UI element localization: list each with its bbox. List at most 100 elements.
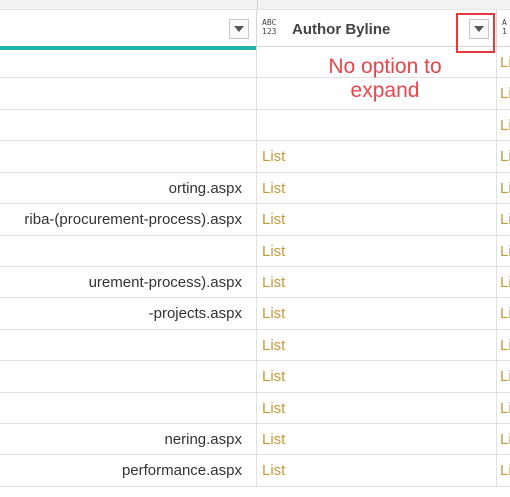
column-divider [496,10,497,46]
column-divider [256,141,257,172]
table-row: List Li [0,329,510,362]
cell-next-column[interactable]: Li [500,455,510,486]
column-divider [496,172,497,204]
annotation-text: No option to expand [300,55,470,103]
cell-next-column[interactable]: Li [500,204,510,235]
cell-url[interactable]: nering.aspx [0,424,256,454]
cell-author-byline-list[interactable]: List [262,204,285,235]
column-divider [496,109,497,141]
table-row: performance.aspx List Li [0,455,510,487]
cell-text: orting.aspx [168,179,242,197]
data-grid: LiLiLiListLiorting.aspxListLiriba-(procu… [0,47,510,487]
cell-url[interactable] [0,236,256,266]
cell-url[interactable]: orting.aspx [0,173,256,203]
column-divider [256,78,257,109]
cell-next-column[interactable]: Li [500,110,510,141]
table-row: nering.aspx List Li [0,424,510,456]
cell-url[interactable] [0,330,256,360]
cell-next-column[interactable]: Li [500,236,510,267]
column-divider [496,392,497,424]
highlight-box-annotation [456,13,495,53]
chevron-down-icon [234,26,244,32]
cell-author-byline-list[interactable]: List [262,393,285,424]
column-header-row: ABC 123 Author Byline A 1 [0,10,510,47]
cell-url[interactable]: riba-(procurement-process).aspx [0,204,256,234]
cell-text: urement-process).aspx [88,273,242,291]
type-icon-number: 1 [502,27,507,36]
column-divider [256,298,257,329]
type-icon-number: 123 [262,27,277,36]
column-divider [256,392,257,424]
annotation-line: expand [350,79,420,102]
column-divider [496,361,497,392]
column-divider [256,329,257,361]
cell-text: riba-(procurement-process).aspx [24,211,242,229]
column-divider [496,141,497,172]
cell-next-column[interactable]: Li [500,298,510,329]
cell-next-column[interactable]: Li [500,78,510,109]
any-type-icon: ABC 123 [262,19,276,37]
cell-next-column[interactable]: Li [500,330,510,361]
column-divider [496,47,497,78]
column-header-author-byline[interactable]: Author Byline [292,21,390,38]
cell-url[interactable]: performance.aspx [0,455,256,485]
column-divider [256,109,257,141]
cell-url[interactable] [0,393,256,423]
cell-author-byline-list[interactable]: List [262,361,285,392]
table-row: Li [0,109,510,142]
column-divider [256,361,257,392]
column-divider [496,235,497,266]
cell-author-byline-list[interactable]: List [262,330,285,361]
cell-author-byline-list[interactable]: List [262,298,285,329]
column-divider [496,266,497,298]
cell-url[interactable] [0,110,256,140]
cell-next-column[interactable]: Li [500,173,510,204]
cell-next-column[interactable]: Li [500,393,510,424]
column-divider [256,266,257,298]
cell-text: -projects.aspx [148,305,242,323]
cell-author-byline-list[interactable]: List [262,424,285,455]
column-divider [256,10,257,46]
cell-next-column[interactable]: Li [500,267,510,298]
cell-url[interactable] [0,47,256,77]
column-divider [256,204,257,235]
annotation-line: No option to [328,55,442,78]
cell-author-byline-list[interactable]: List [262,267,285,298]
column-divider [496,204,497,235]
cell-url[interactable] [0,78,256,108]
table-row: List Li [0,141,510,173]
column-divider [496,298,497,329]
column-divider [496,424,497,455]
cell-next-column[interactable]: Li [500,47,510,78]
table-row: -projects.aspx List Li [0,298,510,330]
cell-author-byline-list[interactable]: List [262,236,285,267]
any-type-icon: A 1 [502,19,507,37]
column-divider [496,329,497,361]
cell-next-column[interactable]: Li [500,141,510,172]
column-divider [257,0,258,9]
column1-filter-dropdown[interactable] [229,19,249,39]
cell-author-byline-list[interactable]: List [262,173,285,204]
column-divider [496,78,497,109]
cell-url[interactable] [0,361,256,391]
table-row: List Li [0,235,510,267]
table-row: urement-process).aspx List Li [0,266,510,299]
column-divider [256,235,257,266]
column-divider [256,172,257,204]
table-row: List Li [0,361,510,393]
cell-text: nering.aspx [164,431,242,449]
cell-next-column[interactable]: Li [500,361,510,392]
column-divider [496,455,497,486]
cell-text: performance.aspx [121,462,242,480]
cell-url[interactable]: -projects.aspx [0,298,256,328]
table-row: List Li [0,392,510,425]
table-row: orting.aspx List Li [0,172,510,205]
cell-url[interactable]: urement-process).aspx [0,267,256,297]
top-strip [0,0,510,10]
column-divider [256,424,257,455]
cell-url[interactable] [0,141,256,171]
cell-next-column[interactable]: Li [500,424,510,455]
cell-author-byline-list[interactable]: List [262,141,285,172]
column-divider [256,47,257,78]
cell-author-byline-list[interactable]: List [262,455,285,486]
